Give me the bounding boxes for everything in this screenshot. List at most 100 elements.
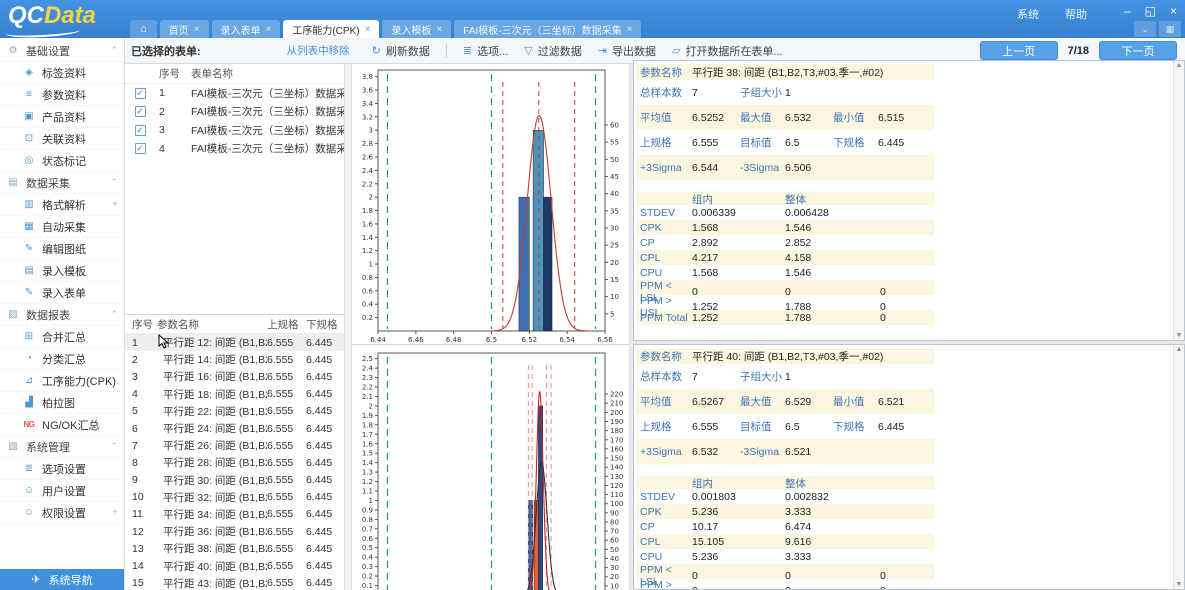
box-icon: ▣ <box>22 111 36 122</box>
tab-scroll-button[interactable]: ⌄ <box>1134 21 1156 37</box>
sidebar-item-NG/OK汇总[interactable]: NGNG/OK汇总 <box>0 414 124 436</box>
tab-list-button[interactable]: ▦ <box>1159 21 1181 37</box>
sidebar-item-自动采集[interactable]: ▦自动采集 <box>0 216 124 238</box>
scroll-down-icon[interactable]: ▼ <box>1176 581 1183 588</box>
param-table-row[interactable]: 13平行距 38: 间距 (B1,B2,T3...6.5556.445 <box>125 540 344 557</box>
remove-from-list-link[interactable]: 从列表中移除 <box>287 43 350 58</box>
scroll-up-icon[interactable]: ▲ <box>1176 62 1183 69</box>
panel-scrollbar[interactable]: ▲▼ <box>1173 345 1184 589</box>
param-table-row[interactable]: 11平行距 34: 间距 (B1,B2,T3...6.5556.445 <box>125 506 344 523</box>
param-table-row[interactable]: 14平行距 40: 间距 (B1,B2,T3...6.5556.445 <box>125 557 344 574</box>
sidebar-section-系统管理[interactable]: ▧系统管理⌃ <box>0 436 124 458</box>
forms-row-name: FAI模板-三次元（三坐标）数据采集07051705 <box>191 141 344 156</box>
sidebar-footer-nav[interactable]: ✈ 系统导航 <box>0 569 124 590</box>
stat-label: CP <box>637 237 692 249</box>
param-table-row[interactable]: 2平行距 14: 间距 (B1,B2,T3...6.5556.445 <box>125 351 344 368</box>
param-table-row[interactable]: 4平行距 18: 间距 (B1,B2,T3...6.5556.445 <box>125 386 344 403</box>
tab-首页[interactable]: 首页× <box>160 20 209 38</box>
sidebar-section-label: 基础设置 <box>26 43 70 59</box>
sidebar-item-选项设置[interactable]: ≣选项设置 <box>0 458 124 480</box>
param-table-row[interactable]: 1平行距 12: 间距 (B1,B2,T3...6.5556.445 <box>125 334 344 351</box>
tab-close-icon[interactable]: × <box>365 24 371 35</box>
toolbar-button-刷新数据[interactable]: ↻刷新数据 <box>372 43 430 59</box>
sidebar-item-工序能力(CPK)[interactable]: ⊿工序能力(CPK) <box>0 370 124 392</box>
next-page-button[interactable]: 下一页 <box>1099 41 1177 60</box>
toolbar-button-打开数据所在表单...[interactable]: ▱打开数据所在表单... <box>672 43 783 59</box>
param-table-row[interactable]: 10平行距 32: 间距 (B1,B2,T3...6.5556.445 <box>125 489 344 506</box>
sidebar-item-状态标记[interactable]: ◎状态标记 <box>0 150 124 172</box>
sidebar-section-数据报表[interactable]: ▨数据报表⌃ <box>0 304 124 326</box>
scroll-up-icon[interactable]: ▲ <box>1176 346 1183 353</box>
sidebar-item-编辑图纸[interactable]: ✎编辑图纸 <box>0 238 124 260</box>
sidebar-section-基础设置[interactable]: ⚙基础设置⌃ <box>0 40 124 62</box>
svg-text:90: 90 <box>610 509 619 517</box>
sidebar-item-关联资料[interactable]: ⊡关联资料 <box>0 128 124 150</box>
plus-icon[interactable]: + <box>112 199 118 210</box>
tab-close-icon[interactable]: × <box>436 24 442 35</box>
panel-info-row: +3Sigma6.532-3Sigma6.521 <box>637 439 934 464</box>
tab-FAI模板-三次元（三坐标）数据采集[interactable]: FAI模板-三次元（三坐标）数据采集× <box>454 20 641 38</box>
tab-录入表单[interactable]: 录入表单× <box>212 20 281 38</box>
param-table-row[interactable]: 8平行距 28: 间距 (B1,B2,T3...6.5556.445 <box>125 454 344 471</box>
tab-工序能力(CPK)[interactable]: 工序能力(CPK)× <box>283 20 379 38</box>
sidebar-item-柏拉图[interactable]: ▟柏拉图 <box>0 392 124 414</box>
chevron-up-icon[interactable]: ⌃ <box>110 441 118 452</box>
forms-table-row[interactable]: ✓3FAI模板-三次元（三坐标）数据采集07051800 <box>125 121 344 140</box>
param-table-row[interactable]: 15平行距 43: 间距 (B1,B2,T3...6.5556.445 <box>125 575 344 590</box>
scroll-down-icon[interactable]: ▼ <box>1176 332 1183 339</box>
param-row-name: 平行距 22: 间距 (B1,B2,T3... <box>155 404 267 419</box>
forms-table-row[interactable]: ✓4FAI模板-三次元（三坐标）数据采集07051705 <box>125 140 344 159</box>
toolbar-button-选项...[interactable]: ≣选项... <box>463 43 508 59</box>
forms-table-row[interactable]: ✓2FAI模板-三次元（三坐标）数据采集07061440 <box>125 103 344 122</box>
sidebar-item-录入模板[interactable]: ▤录入模板 <box>0 260 124 282</box>
param-table-row[interactable]: 7平行距 26: 间距 (B1,B2,T3...6.5556.445 <box>125 437 344 454</box>
window-restore-button[interactable]: ◱ <box>1145 4 1156 18</box>
forms-header-name: 表单名称 <box>191 66 344 81</box>
chevron-up-icon[interactable]: ⌃ <box>110 177 118 188</box>
svg-text:180: 180 <box>610 427 623 435</box>
toolbar-button-导出数据[interactable]: ⇥导出数据 <box>598 43 656 59</box>
chevron-up-icon[interactable]: ⌃ <box>110 309 118 320</box>
param-header-lsl: 下规格 <box>306 317 344 332</box>
panel-scrollbar[interactable]: ▲▼ <box>1173 61 1184 340</box>
param-table-row[interactable]: 6平行距 24: 间距 (B1,B2,T3...6.5556.445 <box>125 420 344 437</box>
charts-scrollbar[interactable] <box>345 64 352 590</box>
checkbox-checked-icon[interactable]: ✓ <box>135 106 146 117</box>
tab-录入模板[interactable]: 录入模板× <box>382 20 451 38</box>
sidebar-item-分类汇总[interactable]: ◔分类汇总 <box>0 348 124 370</box>
sidebar-item-用户设置[interactable]: ☺用户设置 <box>0 480 124 502</box>
menu-system[interactable]: 系统 <box>1017 6 1039 22</box>
checkbox-checked-icon[interactable]: ✓ <box>135 125 146 136</box>
sidebar-item-参数资料[interactable]: ≡参数资料 <box>0 84 124 106</box>
selected-forms-table: 序号表单名称✓1FAI模板-三次元（三坐标）数据采集07061500✓2FAI模… <box>125 64 344 315</box>
checkbox-checked-icon[interactable]: ✓ <box>135 88 146 99</box>
tab-close-icon[interactable]: × <box>627 24 633 35</box>
plus-icon[interactable]: + <box>112 507 118 518</box>
tab-close-icon[interactable]: × <box>194 24 200 35</box>
window-minimize-button[interactable]: – <box>1124 4 1131 18</box>
window-close-button[interactable]: × <box>1170 4 1177 18</box>
chevron-up-icon[interactable]: ⌃ <box>110 45 118 56</box>
stat-label: PPM Total <box>637 312 692 324</box>
toolbar-button-过滤数据[interactable]: ▽过滤数据 <box>524 43 581 59</box>
sidebar-item-产品资料[interactable]: ▣产品资料 <box>0 106 124 128</box>
param-table-row[interactable]: 12平行距 36: 间距 (B1,B2,T3...6.5556.445 <box>125 523 344 540</box>
svg-text:6.54: 6.54 <box>559 336 575 344</box>
sidebar-item-权限设置[interactable]: ☺权限设置+ <box>0 502 124 524</box>
tab-close-icon[interactable]: × <box>266 24 272 35</box>
home-icon: ⌂ <box>140 23 147 35</box>
param-table-row[interactable]: 5平行距 22: 间距 (B1,B2,T3...6.5556.445 <box>125 403 344 420</box>
sidebar-item-格式解析[interactable]: ▥格式解析+ <box>0 194 124 216</box>
sidebar-item-录入表单[interactable]: ✎录入表单 <box>0 282 124 304</box>
sidebar-item-合并汇总[interactable]: ⊞合并汇总 <box>0 326 124 348</box>
tab-home[interactable]: ⌂ <box>130 20 157 38</box>
param-table-row[interactable]: 9平行距 30: 间距 (B1,B2,T3...6.5556.445 <box>125 472 344 489</box>
sidebar-section-数据采集[interactable]: ▤数据采集⌃ <box>0 172 124 194</box>
prev-page-button[interactable]: 上一页 <box>980 41 1058 60</box>
menu-help[interactable]: 帮助 <box>1065 6 1087 22</box>
checkbox-checked-icon[interactable]: ✓ <box>135 143 146 154</box>
svg-text:1.2: 1.2 <box>362 247 373 255</box>
sidebar-item-标签资料[interactable]: ◈标签资料 <box>0 62 124 84</box>
param-table-row[interactable]: 3平行距 16: 间距 (B1,B2,T3...6.5556.445 <box>125 368 344 385</box>
forms-table-row[interactable]: ✓1FAI模板-三次元（三坐标）数据采集07061500 <box>125 84 344 103</box>
